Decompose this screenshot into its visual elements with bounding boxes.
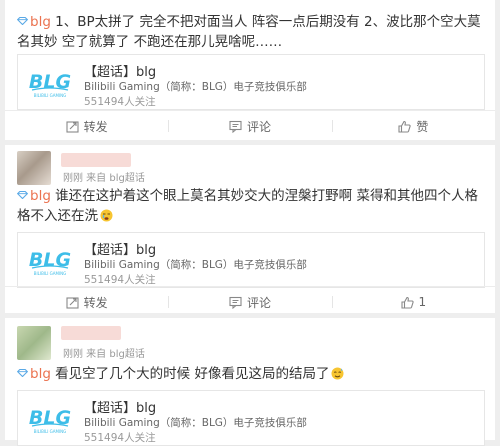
- avatar[interactable]: [17, 151, 51, 185]
- avatar[interactable]: [17, 326, 51, 360]
- topic-link-blg[interactable]: blg: [17, 188, 51, 204]
- topic-link-blg[interactable]: blg: [17, 366, 51, 382]
- super-topic-icon: [17, 369, 28, 377]
- like-count: 1: [418, 295, 427, 309]
- post-body-3: 看见空了几个大的时候 好像看见这局的结局了: [50, 366, 330, 382]
- post-card-1: blg 1、BP太拼了 完全不把对面当人 阵容一点后期没有 2、波比那个空大莫名…: [5, 0, 495, 140]
- post-body-2: 谁还在这护着这个眼上莫名其妙交大的涅槃打野啊 菜得和其他四个人格格不入还在洗: [17, 188, 478, 224]
- super-topic-desc: Bilibili Gaming（简称：BLG）电子竞技俱乐部: [84, 417, 307, 429]
- comment-icon: [229, 120, 242, 133]
- blg-logo: [26, 398, 74, 438]
- post-text-1: blg 1、BP太拼了 完全不把对面当人 阵容一点后期没有 2、波比那个空大莫名…: [5, 12, 495, 52]
- super-topic-card[interactable]: 【超话】blg Bilibili Gaming（简称：BLG）电子竞技俱乐部 5…: [17, 390, 485, 446]
- thumbs-up-icon: [400, 296, 414, 309]
- super-topic-fans: 551494人关注: [84, 96, 156, 108]
- post-text-2: blg 谁还在这护着这个眼上莫名其妙交大的涅槃打野啊 菜得和其他四个人格格不入还…: [5, 186, 495, 226]
- like-button[interactable]: 赞: [331, 111, 495, 141]
- super-topic-title: 【超话】blg: [84, 243, 157, 258]
- post-body-1: 1、BP太拼了 完全不把对面当人 阵容一点后期没有 2、波比那个空大莫名其妙 空…: [17, 14, 481, 50]
- topic-link-blg[interactable]: blg: [17, 14, 51, 30]
- post-text-3: blg 看见空了几个大的时候 好像看见这局的结局了: [5, 364, 495, 384]
- post-meta: 刚刚 来自 blg超话: [63, 349, 145, 360]
- username[interactable]: [61, 326, 121, 340]
- super-topic-card[interactable]: 【超话】blg Bilibili Gaming（简称：BLG）电子竞技俱乐部 5…: [17, 54, 485, 110]
- super-topic-desc: Bilibili Gaming（简称：BLG）电子竞技俱乐部: [84, 259, 307, 271]
- super-topic-fans: 551494人关注: [84, 432, 156, 444]
- comment-button[interactable]: 评论: [168, 287, 331, 317]
- crying-emoji-icon: [100, 209, 113, 222]
- repost-icon: [66, 120, 79, 133]
- post-actions: 转发 评论 1: [5, 286, 495, 317]
- sweat-emoji-icon: [331, 367, 344, 380]
- post-card-2: 刚刚 来自 blg超话 blg 谁还在这护着这个眼上莫名其妙交大的涅槃打野啊 菜…: [5, 145, 495, 313]
- post-meta: 刚刚 来自 blg超话: [63, 173, 145, 184]
- username[interactable]: [61, 153, 131, 167]
- blg-logo: [26, 62, 74, 102]
- super-topic-card[interactable]: 【超话】blg Bilibili Gaming（简称：BLG）电子竞技俱乐部 5…: [17, 232, 485, 288]
- repost-button[interactable]: 转发: [5, 287, 168, 317]
- super-topic-icon: [17, 191, 28, 199]
- super-topic-title: 【超话】blg: [84, 65, 157, 80]
- super-topic-desc: Bilibili Gaming（简称：BLG）电子竞技俱乐部: [84, 81, 307, 93]
- super-topic-icon: [17, 17, 28, 25]
- post-card-3: 刚刚 来自 blg超话 blg 看见空了几个大的时候 好像看见这局的结局了 【超…: [5, 318, 495, 446]
- repost-button[interactable]: 转发: [5, 111, 168, 141]
- post-actions: 转发 评论 赞: [5, 110, 495, 141]
- blg-logo: [26, 240, 74, 280]
- repost-icon: [66, 296, 79, 309]
- like-button[interactable]: 1: [331, 287, 495, 317]
- thumbs-up-icon: [398, 120, 411, 133]
- super-topic-fans: 551494人关注: [84, 274, 156, 286]
- comment-icon: [229, 296, 242, 309]
- comment-button[interactable]: 评论: [168, 111, 331, 141]
- super-topic-title: 【超话】blg: [84, 401, 157, 416]
